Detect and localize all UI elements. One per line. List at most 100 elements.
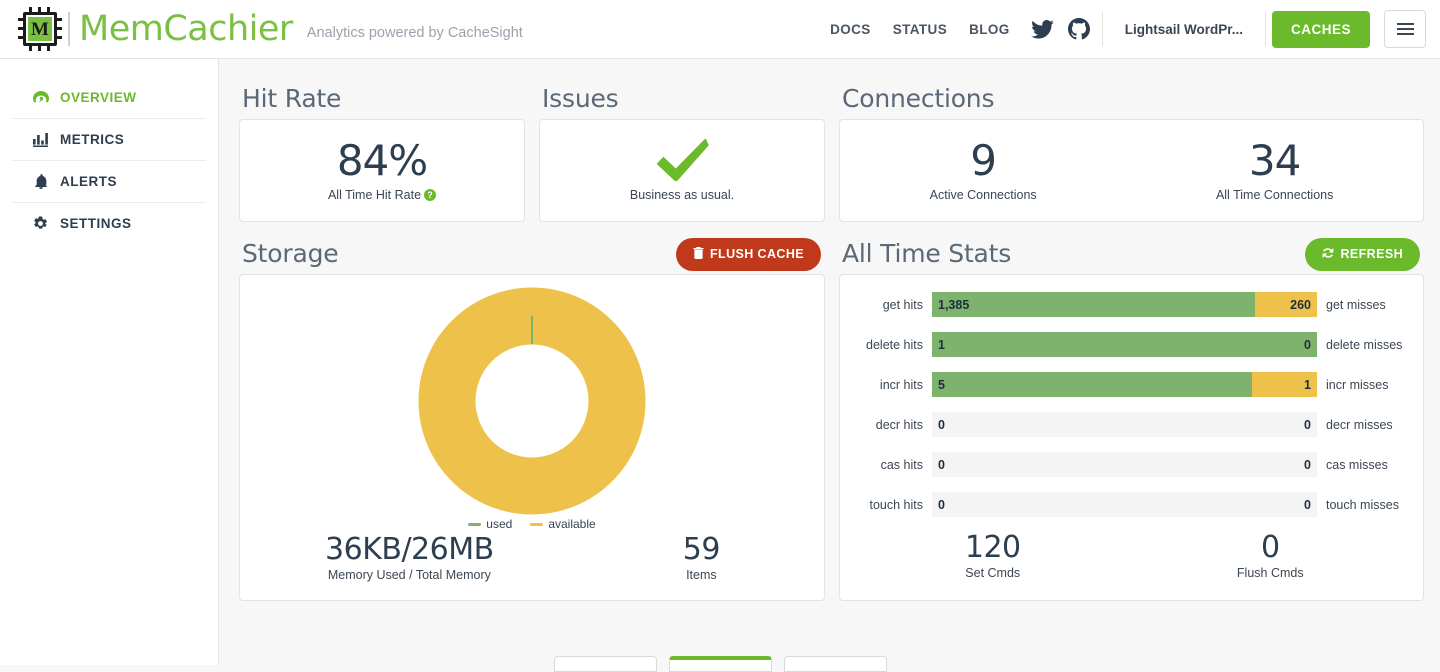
active-connections-stat: 9 Active Connections <box>930 139 1037 201</box>
storage-title: Storage <box>239 241 338 268</box>
get-hits-label: get hits <box>854 298 932 312</box>
commands-footer: 120 Set Cmds 0 Flush Cmds <box>854 531 1409 580</box>
cas-misses-bar: 0 0 <box>932 452 1317 477</box>
brand-name: MemCachier <box>79 12 293 47</box>
set-cmds-stat: 120 Set Cmds <box>854 531 1132 580</box>
touch-misses-label: touch misses <box>1317 498 1409 512</box>
sidebar-item-alerts[interactable]: ALERTS <box>12 161 206 203</box>
delete-hits-value: 1 <box>938 338 945 352</box>
nav-link-docs[interactable]: DOCS <box>819 22 882 37</box>
sidebar-label-metrics: METRICS <box>60 132 124 147</box>
items-label: Items <box>579 568 824 582</box>
touch-misses-value: 0 <box>1304 498 1311 512</box>
sidebar-label-alerts: ALERTS <box>60 174 117 189</box>
sidebar-label-settings: SETTINGS <box>60 216 132 231</box>
decr-hits-value: 0 <box>938 418 945 432</box>
stats-row-cas: cas hits 0 0 cas misses <box>854 451 1409 478</box>
storage-donut-chart <box>240 281 824 515</box>
page-layout: OVERVIEW METRICS ALERTS SETTINGS <box>0 59 1440 665</box>
refresh-button[interactable]: REFRESH <box>1305 238 1420 271</box>
delete-hits-label: delete hits <box>854 338 932 352</box>
twitter-icon[interactable] <box>1031 20 1054 39</box>
gear-icon <box>32 216 49 231</box>
flush-cache-label: FLUSH CACHE <box>710 247 804 261</box>
active-connections-value: 9 <box>930 139 1037 183</box>
all-time-connections-stat: 34 All Time Connections <box>1216 139 1333 201</box>
refresh-icon <box>1322 247 1334 262</box>
cas-bar-track: 0 0 <box>932 452 1317 477</box>
stats-row-decr: decr hits 0 0 decr misses <box>854 411 1409 438</box>
all-time-stats-section: All Time Stats REFRESH get hits 1,385 26… <box>839 234 1424 601</box>
touch-misses-bar: 0 0 <box>932 492 1317 517</box>
caches-button[interactable]: CACHES <box>1272 11 1370 48</box>
sidebar-label-overview: OVERVIEW <box>60 90 137 105</box>
brand-divider <box>68 12 70 46</box>
detail-row: Storage FLUSH CACHE <box>239 234 1424 601</box>
account-selector[interactable]: Lightsail WordPr... <box>1103 22 1265 37</box>
legend-label-available: available <box>548 517 595 531</box>
github-icon[interactable] <box>1068 18 1090 40</box>
all-time-connections-value: 34 <box>1216 139 1333 183</box>
sidebar-item-overview[interactable]: OVERVIEW <box>12 77 206 119</box>
brand-logo[interactable]: M MemCachier <box>18 7 293 51</box>
delete-misses-label: delete misses <box>1317 338 1409 352</box>
storage-card: used available 36KB/26MB Memory Used / T… <box>239 274 825 601</box>
sidebar-item-settings[interactable]: SETTINGS <box>12 203 206 244</box>
legend-swatch-used <box>468 523 481 526</box>
incr-misses-label: incr misses <box>1317 378 1409 392</box>
top-navigation: DOCS STATUS BLOG Lightsail WordPr... CAC… <box>819 0 1426 58</box>
refresh-label: REFRESH <box>1340 247 1403 261</box>
dashboard-icon <box>32 91 49 105</box>
hit-rate-title: Hit Rate <box>239 86 341 113</box>
nav-link-status[interactable]: STATUS <box>882 22 958 37</box>
connections-header: Connections <box>839 79 1424 119</box>
check-icon <box>655 168 709 185</box>
flush-cache-button[interactable]: FLUSH CACHE <box>676 238 821 271</box>
sidebar-item-metrics[interactable]: METRICS <box>12 119 206 161</box>
connections-title: Connections <box>839 86 994 113</box>
all-time-stats-card: get hits 1,385 260 get misses delete hit… <box>839 274 1424 601</box>
stats-row-touch: touch hits 0 0 touch misses <box>854 491 1409 518</box>
all-time-connections-label: All Time Connections <box>1216 188 1333 202</box>
menu-button[interactable] <box>1384 10 1426 48</box>
storage-legend: used available <box>240 517 824 531</box>
get-bar-track: 1,385 260 <box>932 292 1317 317</box>
cas-hits-label: cas hits <box>854 458 932 472</box>
touch-hits-label: touch hits <box>854 498 932 512</box>
incr-bar-track: 5 1 <box>932 372 1317 397</box>
flush-cmds-label: Flush Cmds <box>1132 566 1410 580</box>
hit-rate-stat: 84% All Time Hit Rate? <box>328 139 436 201</box>
legend-available: available <box>530 517 595 531</box>
help-icon[interactable]: ? <box>424 189 436 201</box>
active-connections-label: Active Connections <box>930 188 1037 202</box>
hit-rate-card: 84% All Time Hit Rate? <box>239 119 525 222</box>
connections-card: 9 Active Connections 34 All Time Connect… <box>839 119 1424 222</box>
decr-misses-bar: 0 0 <box>932 412 1317 437</box>
issues-label: Business as usual. <box>540 188 824 202</box>
storage-header: Storage FLUSH CACHE <box>239 234 825 274</box>
stats-row-get: get hits 1,385 260 get misses <box>854 291 1409 318</box>
all-time-stats-header: All Time Stats REFRESH <box>839 234 1424 274</box>
incr-hits-bar: 5 <box>932 372 1252 397</box>
items-stat: 59 Items <box>579 533 824 582</box>
nav-link-blog[interactable]: BLOG <box>958 22 1021 37</box>
touch-bar-track: 0 0 <box>932 492 1317 517</box>
items-value: 59 <box>579 533 824 566</box>
hit-rate-label-text: All Time Hit Rate <box>328 188 421 202</box>
legend-label-used: used <box>486 517 512 531</box>
delete-hits-bar: 1 0 <box>932 332 1317 357</box>
trash-icon <box>693 247 704 262</box>
decr-misses-label: decr misses <box>1317 418 1409 432</box>
storage-section: Storage FLUSH CACHE <box>239 234 825 601</box>
get-misses-bar: 260 <box>1255 292 1317 317</box>
main-content: Hit Rate 84% All Time Hit Rate? Issues <box>219 59 1440 665</box>
hamburger-icon <box>1397 20 1414 38</box>
issues-title: Issues <box>539 86 618 113</box>
cas-misses-value: 0 <box>1304 458 1311 472</box>
hit-rate-label: All Time Hit Rate? <box>328 188 436 202</box>
decr-hits-label: decr hits <box>854 418 932 432</box>
flush-cmds-value: 0 <box>1132 531 1410 564</box>
memcachier-chip-icon: M <box>18 7 62 51</box>
storage-footer: 36KB/26MB Memory Used / Total Memory 59 … <box>240 533 824 582</box>
nav-divider-right <box>1265 12 1266 46</box>
